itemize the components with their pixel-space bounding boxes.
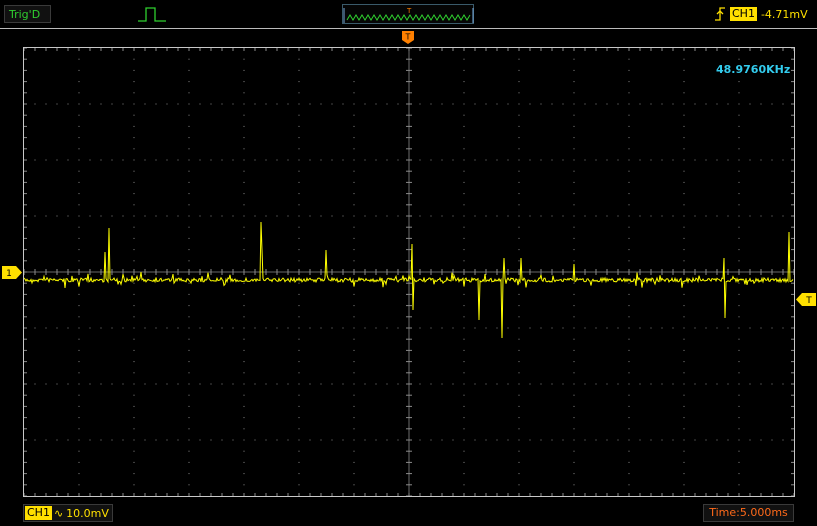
memory-waveform-icon: T	[343, 7, 474, 23]
ac-coupling-icon: ∿	[53, 506, 64, 520]
rising-edge-icon	[715, 7, 725, 21]
trigger-level-marker[interactable]: T	[796, 293, 816, 306]
ch1-ground-marker[interactable]: 1	[2, 266, 22, 279]
svg-text:T: T	[805, 296, 812, 306]
ch1-scale[interactable]: CH1 ∿ 10.0mV	[23, 504, 113, 522]
memory-position-bar[interactable]: T	[342, 4, 474, 24]
timebase-readout[interactable]: Time:5.000ms	[703, 504, 794, 522]
trigger-position-marker[interactable]: T	[402, 31, 414, 44]
ch1-trace	[24, 221, 794, 339]
status-bar: Trig'D T CH1 -4.71mV	[0, 0, 817, 28]
bottom-bar: CH1 ∿ 10.0mV Time:5.000ms	[0, 500, 817, 526]
trigger-level: -4.71mV	[760, 7, 808, 21]
frequency-readout: 48.9760KHz	[716, 63, 791, 76]
pulse-waveform-icon	[138, 7, 166, 22]
memory-trigger-marker: T	[406, 7, 412, 15]
trigger-info[interactable]: CH1 -4.71mV	[712, 5, 808, 23]
ch1-volts-per-div: 10.0mV	[66, 506, 109, 520]
svg-text:T: T	[405, 33, 411, 42]
trigger-status: Trig'D	[4, 5, 51, 23]
svg-text:1: 1	[6, 269, 12, 279]
trigger-channel: CH1	[730, 7, 757, 21]
waveform-display[interactable]	[23, 47, 795, 497]
ch1-label: CH1	[25, 506, 52, 520]
